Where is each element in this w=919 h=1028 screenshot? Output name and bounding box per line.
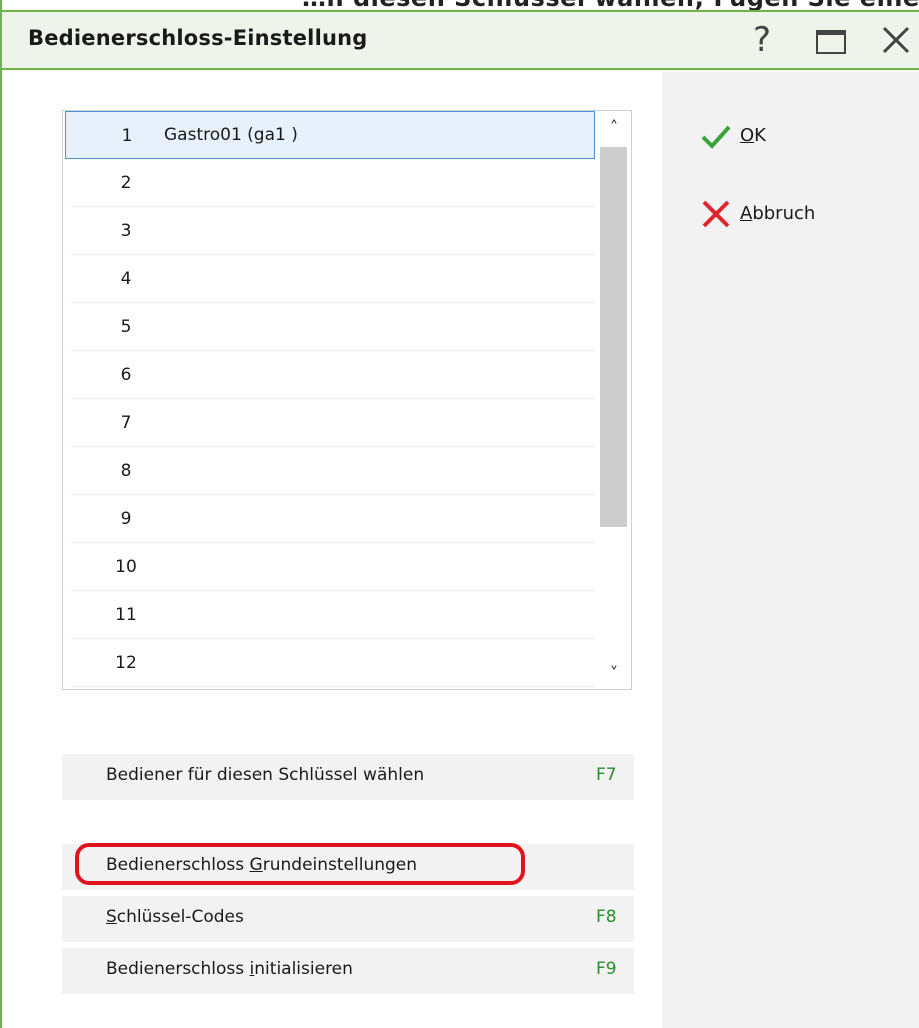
close-icon (702, 200, 730, 228)
window-title: Bedienerschloss-Einstellung (28, 26, 368, 50)
choose-operator-label: Bediener für diesen Schlüssel wählen (106, 765, 425, 785)
ok-label: OK (740, 125, 766, 146)
list-item[interactable]: 10 (71, 543, 595, 591)
list-item-name: Gastro01 (ga1 ) (164, 125, 298, 145)
key-codes-mnemonic: S (106, 907, 117, 927)
dialog-window: …h diesen Schlüssel wählen; Fügen Sie ei… (0, 0, 919, 1028)
scroll-thumb[interactable] (600, 147, 627, 527)
list-rows: 1 Gastro01 (ga1 ) 2 3 4 5 6 7 8 9 10 11 12 (63, 111, 631, 687)
list-item-number: 10 (115, 557, 137, 577)
list-item-number: 8 (120, 461, 132, 481)
list-item[interactable]: 3 (71, 207, 595, 255)
top-cut-text-label: …h diesen Schlüssel wählen; Fügen Sie ei… (302, 0, 919, 10)
main-panel: 1 Gastro01 (ga1 ) 2 3 4 5 6 7 8 9 10 11 12 ˄ ˅ Bedie… (4, 72, 662, 1028)
close-button[interactable] (874, 18, 918, 62)
key-codes-label: Schlüssel-Codes (106, 907, 244, 927)
list-item-number: 3 (120, 221, 132, 241)
list-item[interactable]: 6 (71, 351, 595, 399)
list-item-number: 1 (121, 126, 133, 146)
list-item-number: 6 (120, 365, 132, 385)
basic-settings-mnemonic: G (249, 855, 263, 875)
basic-settings-label: Bedienerschloss Grundeinstellungen (106, 855, 417, 875)
list-item-number: 7 (120, 413, 132, 433)
initialize-label: Bedienerschloss initialisieren (106, 959, 353, 979)
key-codes-button[interactable]: Schlüssel-Codes F8 (62, 896, 634, 942)
choose-operator-button[interactable]: Bediener für diesen Schlüssel wählen F7 (62, 754, 634, 800)
vertical-scrollbar[interactable]: ˄ ˅ (597, 111, 631, 689)
side-panel: OK Abbruch (662, 72, 919, 1028)
list-item-number: 2 (120, 173, 132, 193)
cancel-mnemonic: A (740, 203, 753, 224)
key-codes-shortcut: F8 (596, 907, 617, 927)
list-item[interactable]: 2 (71, 159, 595, 207)
list-item[interactable]: 1 Gastro01 (ga1 ) (65, 111, 595, 159)
maximize-icon (816, 30, 846, 54)
list-item-number: 5 (120, 317, 132, 337)
cancel-button[interactable]: Abbruch (700, 194, 880, 234)
list-item[interactable]: 9 (71, 495, 595, 543)
help-button[interactable]: ? (740, 18, 784, 62)
basic-settings-label-after: rundeinstellungen (262, 855, 418, 875)
key-codes-label-after: chlüssel-Codes (116, 907, 244, 927)
list-item[interactable]: 4 (71, 255, 595, 303)
basic-settings-label-before: Bedienerschloss (106, 855, 250, 875)
ok-button[interactable]: OK (700, 116, 880, 156)
close-icon (882, 26, 910, 54)
initialize-shortcut: F9 (596, 959, 617, 979)
cancel-label: Abbruch (740, 203, 815, 224)
list-item[interactable]: 8 (71, 447, 595, 495)
list-item-number: 12 (115, 653, 137, 673)
operator-list[interactable]: 1 Gastro01 (ga1 ) 2 3 4 5 6 7 8 9 10 11 12 ˄ ˅ (62, 110, 632, 690)
list-item[interactable]: 11 (71, 591, 595, 639)
initialize-label-before: Bedienerschloss (106, 959, 250, 979)
initialize-button[interactable]: Bedienerschloss initialisieren F9 (62, 948, 634, 994)
list-item-number: 4 (120, 269, 132, 289)
list-item[interactable]: 12 (71, 639, 595, 687)
title-bar: Bedienerschloss-Einstellung ? (2, 10, 919, 70)
scroll-up-button[interactable]: ˄ (597, 111, 631, 145)
maximize-button[interactable] (809, 18, 853, 62)
scroll-down-button[interactable]: ˅ (597, 657, 631, 689)
ok-mnemonic: O (740, 125, 755, 146)
check-icon (701, 125, 731, 149)
cancel-label-after: bbruch (752, 203, 816, 224)
list-item[interactable]: 5 (71, 303, 595, 351)
ok-label-after: K (754, 125, 766, 146)
list-item-number: 11 (115, 605, 137, 625)
basic-settings-button[interactable]: Bedienerschloss Grundeinstellungen (62, 844, 634, 890)
choose-operator-shortcut: F7 (596, 765, 617, 785)
initialize-label-after: nitialisieren (254, 959, 353, 979)
list-item-number: 9 (120, 509, 132, 529)
top-cut-text: …h diesen Schlüssel wählen; Fügen Sie ei… (2, 0, 919, 10)
list-item[interactable]: 7 (71, 399, 595, 447)
